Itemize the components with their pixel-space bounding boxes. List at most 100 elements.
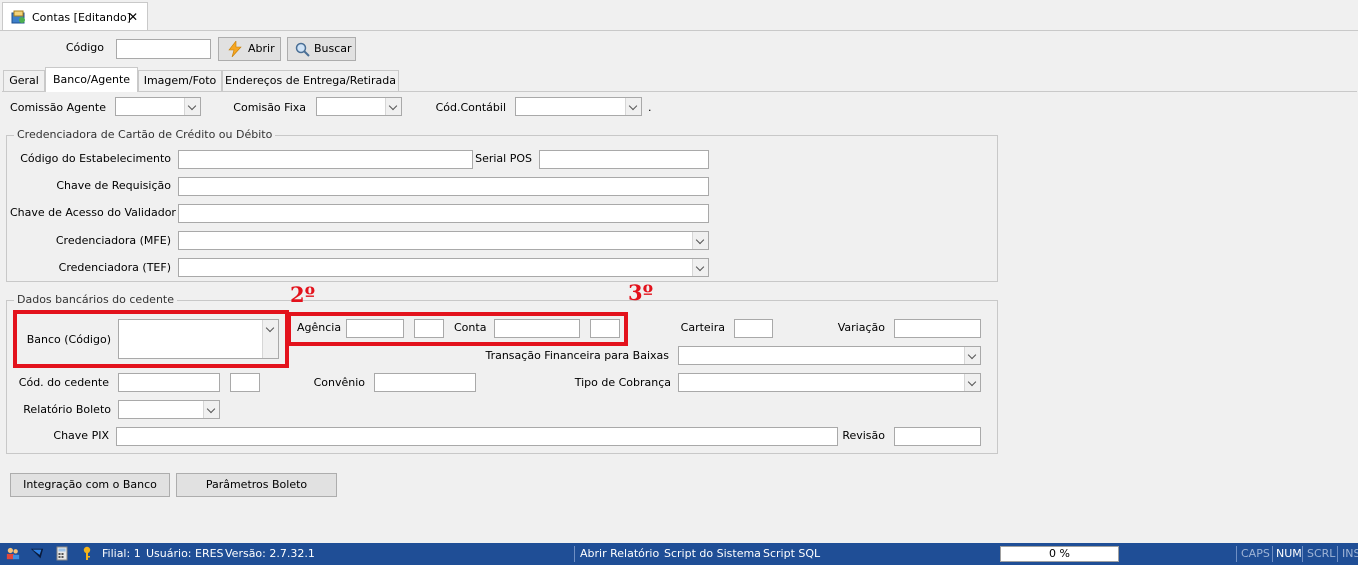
tab-geral[interactable]: Geral: [3, 70, 45, 91]
progress-text: 0 %: [1049, 547, 1070, 560]
cod-contabil-select[interactable]: [515, 97, 642, 116]
relatorio-boleto-label: Relatório Boleto: [23, 403, 111, 416]
search-icon: [295, 42, 310, 57]
status-separator: [1337, 546, 1338, 562]
status-separator: [574, 546, 575, 562]
bancarios-group-title: Dados bancários do cedente: [14, 293, 177, 307]
scrl-indicator: SCRL: [1307, 547, 1336, 560]
agencia-digito-input[interactable]: [414, 319, 444, 338]
accounts-icon: [11, 10, 25, 24]
cod-contabil-label: Cód.Contábil: [435, 101, 506, 114]
codigo-estabelecimento-label: Código do Estabelecimento: [20, 152, 171, 165]
revisao-input[interactable]: [894, 427, 981, 446]
cod-cedente-label: Cód. do cedente: [18, 376, 109, 389]
status-filial: Filial: 1: [102, 547, 141, 560]
chave-pix-input[interactable]: [116, 427, 838, 446]
carteira-input[interactable]: [734, 319, 773, 338]
tipo-cobranca-label: Tipo de Cobrança: [574, 376, 671, 389]
status-usuario: Usuário: ERES: [146, 547, 224, 560]
chave-acesso-label: Chave de Acesso do Validador: [10, 206, 176, 219]
calculator-icon[interactable]: [55, 546, 69, 561]
codigo-estabelecimento-input[interactable]: [178, 150, 473, 169]
integracao-banco-button[interactable]: Integração com o Banco: [10, 473, 170, 497]
comissao-agente-select[interactable]: [115, 97, 201, 116]
credenciadora-tef-label: Credenciadora (TEF): [58, 261, 171, 274]
caps-indicator: CAPS: [1241, 547, 1270, 560]
transacao-select[interactable]: [678, 346, 981, 365]
chevron-down-icon[interactable]: [625, 98, 641, 115]
codigo-input[interactable]: [116, 39, 211, 59]
chevron-down-icon[interactable]: [964, 374, 980, 391]
users-icon[interactable]: [6, 546, 20, 561]
banco-label: Banco (Código): [26, 333, 111, 346]
cod-contabil-suffix: .: [648, 101, 652, 114]
transacao-label: Transação Financeira para Baixas: [485, 349, 669, 362]
tipo-cobranca-select[interactable]: [678, 373, 981, 392]
carteira-label: Carteira: [680, 321, 725, 334]
conta-input[interactable]: [494, 319, 580, 338]
conta-label: Conta: [454, 321, 487, 334]
script-sql-link[interactable]: Script SQL: [763, 547, 820, 561]
close-icon[interactable]: ✕: [128, 10, 138, 24]
agencia-label: Agência: [297, 321, 342, 334]
variacao-input[interactable]: [894, 319, 981, 338]
convenio-input[interactable]: [374, 373, 476, 392]
key-icon[interactable]: [80, 546, 94, 561]
buscar-button-label: Buscar: [314, 42, 352, 55]
comissao-fixa-select[interactable]: [316, 97, 402, 116]
revisao-label: Revisão: [842, 429, 885, 442]
relatorio-boleto-select[interactable]: [118, 400, 220, 419]
chevron-down-icon[interactable]: [262, 320, 278, 358]
tab-imagem-foto[interactable]: Imagem/Foto: [138, 70, 222, 91]
agencia-input[interactable]: [346, 319, 404, 338]
cod-cedente-input[interactable]: [118, 373, 220, 392]
status-separator: [1236, 546, 1237, 562]
num-indicator: NUM: [1276, 547, 1302, 560]
chevron-down-icon[interactable]: [692, 232, 708, 249]
chave-acesso-input[interactable]: [178, 204, 709, 223]
status-separator: [1302, 546, 1303, 562]
abrir-button[interactable]: Abrir: [218, 37, 281, 61]
cod-cedente-digito-input[interactable]: [230, 373, 260, 392]
chevron-down-icon[interactable]: [692, 259, 708, 276]
buscar-button[interactable]: Buscar: [287, 37, 356, 61]
chevron-down-icon[interactable]: [385, 98, 401, 115]
tab-baseline: [2, 91, 1357, 92]
comissao-fixa-label: Comisão Fixa: [233, 101, 306, 114]
chave-pix-label: Chave PIX: [53, 429, 109, 442]
credenciadora-group-title: Credenciadora de Cartão de Crédito ou Dé…: [14, 128, 276, 142]
variacao-label: Variação: [837, 321, 885, 334]
parametros-boleto-button[interactable]: Parâmetros Boleto: [176, 473, 337, 497]
tab-enderecos[interactable]: Endereços de Entrega/Retirada: [222, 70, 399, 91]
serial-pos-input[interactable]: [539, 150, 709, 169]
banco-select[interactable]: [118, 319, 279, 359]
chevron-down-icon[interactable]: [184, 98, 200, 115]
annotation-third: 3º: [628, 280, 654, 305]
chave-requisicao-label: Chave de Requisição: [56, 179, 171, 192]
flag-icon[interactable]: [30, 546, 44, 561]
codigo-label: Código: [65, 41, 104, 54]
credenciadora-mfe-select[interactable]: [178, 231, 709, 250]
conta-digito-input[interactable]: [590, 319, 620, 338]
script-sistema-link[interactable]: Script do Sistema: [664, 547, 761, 561]
serial-pos-label: Serial POS: [475, 152, 532, 165]
abrir-button-label: Abrir: [248, 42, 275, 55]
document-tab[interactable]: Contas [Editando] ✕: [2, 2, 148, 31]
convenio-label: Convênio: [313, 376, 365, 389]
document-tab-title: Contas [Editando]: [32, 11, 131, 24]
comissao-agente-label: Comissão Agente: [10, 101, 106, 114]
credenciadora-tef-select[interactable]: [178, 258, 709, 277]
progress-bar: 0 %: [1000, 546, 1119, 562]
chevron-down-icon[interactable]: [203, 401, 219, 418]
status-versao: Versão: 2.7.32.1: [225, 547, 315, 560]
annotation-second: 2º: [290, 282, 316, 307]
chave-requisicao-input[interactable]: [178, 177, 709, 196]
ins-indicator: INS: [1342, 547, 1358, 560]
credenciadora-mfe-label: Credenciadora (MFE): [55, 234, 171, 247]
abrir-relatorio-link[interactable]: Abrir Relatório: [580, 547, 659, 561]
chevron-down-icon[interactable]: [964, 347, 980, 364]
tab-banco-agente[interactable]: Banco/Agente: [45, 67, 138, 92]
lightning-icon: [228, 41, 242, 57]
status-bar: Filial: 1 Usuário: ERES Versão: 2.7.32.1…: [0, 543, 1358, 565]
document-tab-strip: [0, 30, 1358, 31]
